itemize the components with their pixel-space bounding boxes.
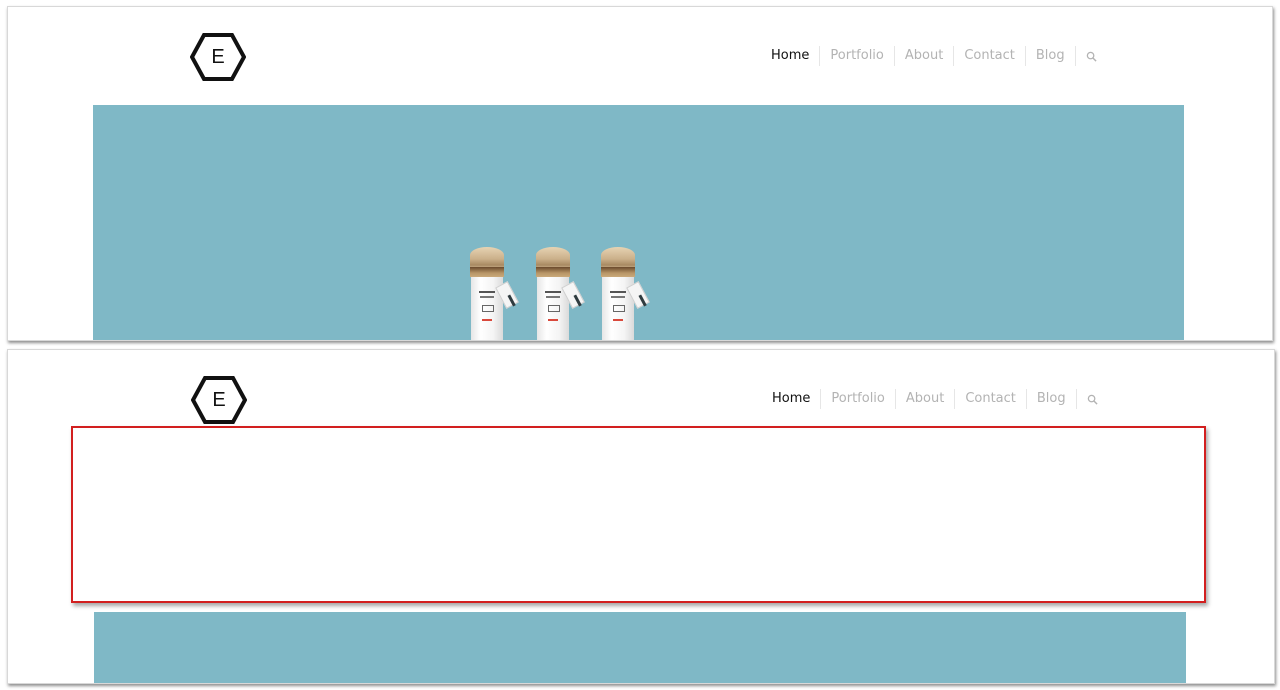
search-icon[interactable] — [1074, 46, 1107, 66]
product-bottle-image — [470, 247, 519, 340]
product-bottle-image — [601, 247, 650, 340]
screenshot-before: E Home Portfolio About Contact Blog — [7, 6, 1273, 341]
nav-blog[interactable]: Blog — [1024, 46, 1075, 66]
search-icon[interactable] — [1075, 389, 1108, 409]
nav-contact[interactable]: Contact — [953, 46, 1025, 66]
nav-home[interactable]: Home — [762, 389, 820, 409]
hero-banner — [93, 105, 1184, 340]
hero-banner — [94, 612, 1186, 683]
nav-portfolio[interactable]: Portfolio — [819, 46, 893, 66]
site-logo[interactable]: E — [190, 32, 246, 82]
nav-contact[interactable]: Contact — [954, 389, 1026, 409]
nav-portfolio[interactable]: Portfolio — [820, 389, 894, 409]
logo-letter: E — [211, 46, 225, 68]
product-bottle-image — [536, 247, 585, 340]
nav-blog[interactable]: Blog — [1025, 389, 1076, 409]
nav-home[interactable]: Home — [761, 46, 819, 66]
logo-letter: E — [212, 389, 226, 411]
screenshot-after: E Home Portfolio About Contact Blog — [7, 349, 1275, 684]
main-nav: Home Portfolio About Contact Blog — [762, 389, 1108, 409]
empty-highlighted-region — [71, 426, 1206, 603]
site-logo[interactable]: E — [191, 375, 247, 425]
main-nav: Home Portfolio About Contact Blog — [761, 46, 1107, 66]
nav-about[interactable]: About — [894, 389, 954, 409]
nav-about[interactable]: About — [893, 46, 953, 66]
